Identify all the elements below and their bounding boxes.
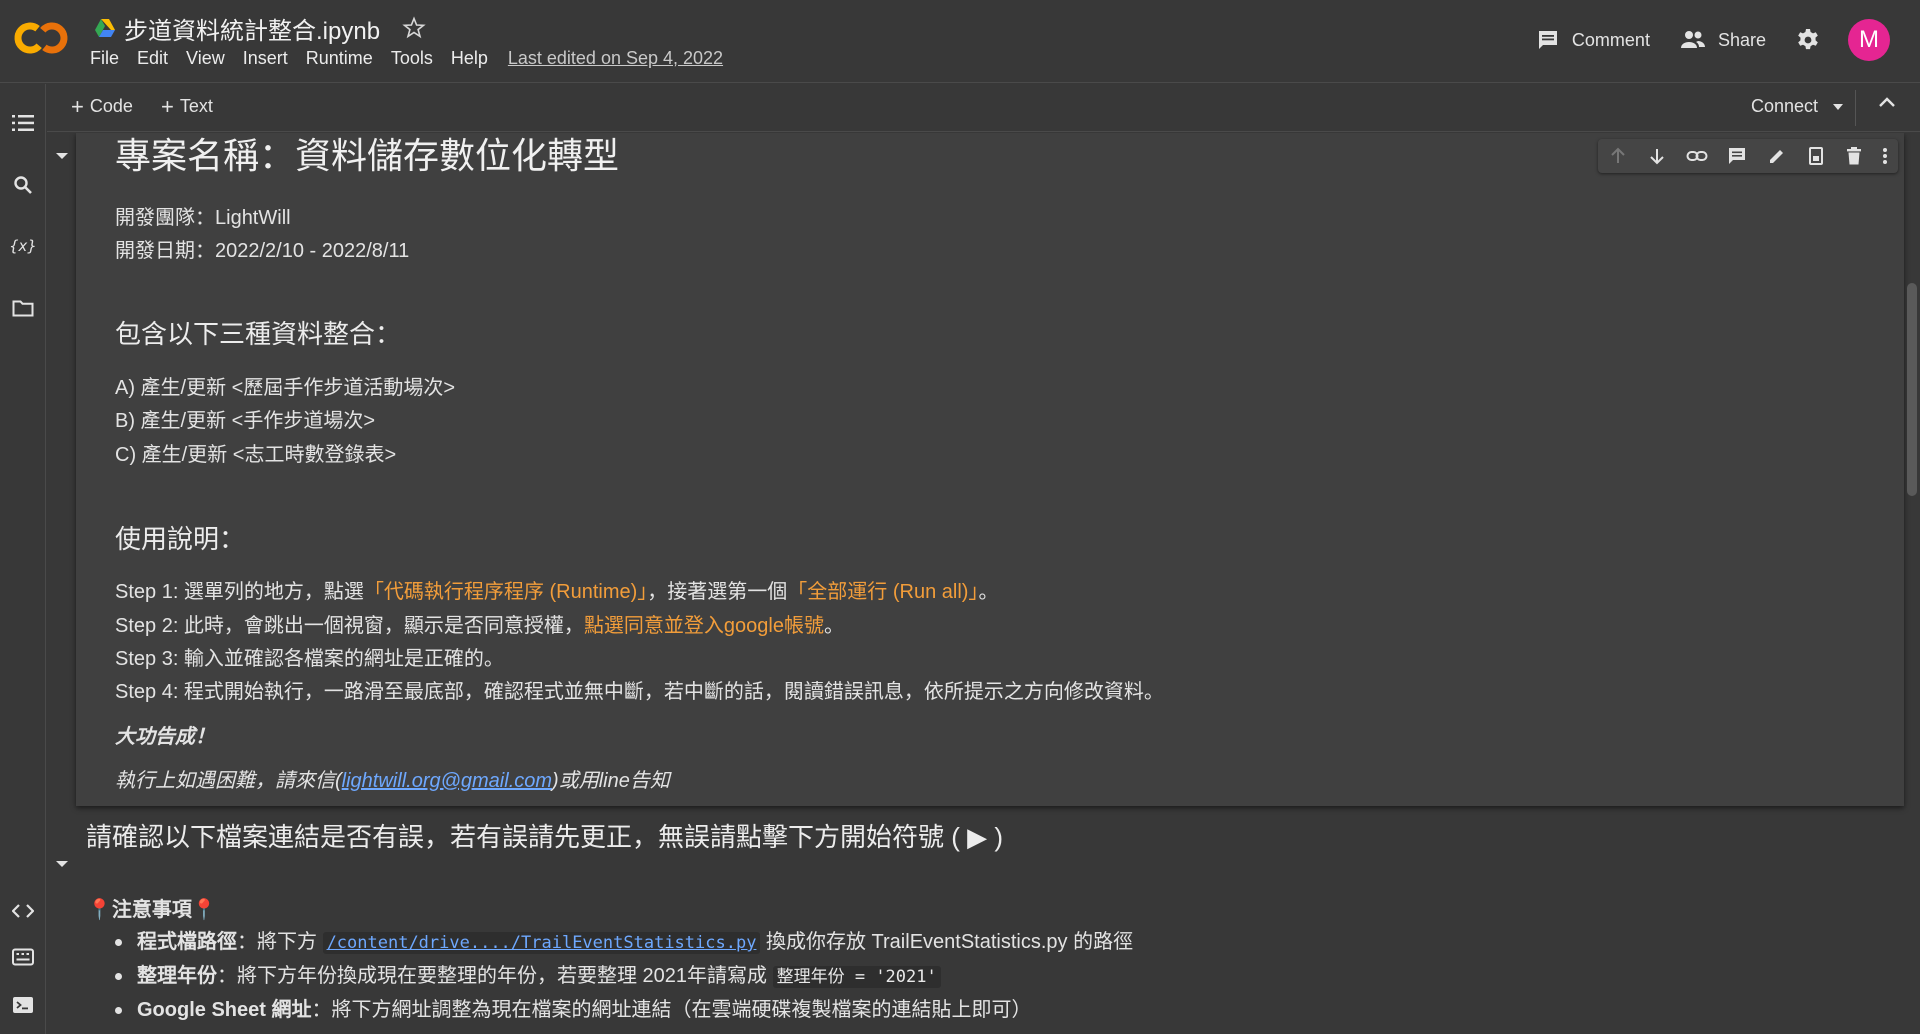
add-text-button[interactable]: + Text <box>161 93 213 119</box>
list-item: Google Sheet 網址：將下方網址調整為現在檔案的網址連結（在雲端硬碟複… <box>111 993 1133 1027</box>
year-code-snippet: 整理年份 = '2021' <box>772 966 941 988</box>
notice-heading: 📍注意事項📍 <box>87 899 217 921</box>
edit-pencil-icon[interactable] <box>1767 146 1787 166</box>
cell-toolbar <box>1598 139 1898 173</box>
dev-team-text: 開發團隊：LightWill <box>115 207 291 229</box>
search-icon[interactable] <box>10 172 36 198</box>
people-icon <box>1680 31 1705 48</box>
share-button[interactable]: Share <box>1680 29 1766 51</box>
table-of-contents-icon[interactable] <box>10 110 36 136</box>
connect-label: Connect <box>1750 96 1818 116</box>
bullet-label: Google Sheet 網址 <box>137 999 312 1021</box>
collapse-header-icon[interactable] <box>1878 96 1896 108</box>
comment-icon <box>1538 31 1557 49</box>
step-2-text: Step 2: 此時，會跳出一個視窗，顯示是否同意授權， <box>115 615 584 637</box>
include-item-c: C) 產生/更新 <志工時數登錄表> <box>115 444 397 466</box>
delete-trash-icon[interactable] <box>1845 146 1863 166</box>
folder-icon[interactable] <box>10 295 36 321</box>
app-header: 步道資料統計整合.ipynb File Edit View Insert Run… <box>0 0 1920 83</box>
add-text-label: Text <box>179 96 213 116</box>
mirror-cell-icon[interactable] <box>1806 146 1826 166</box>
user-avatar[interactable]: M <box>1848 19 1890 61</box>
list-item: 程式檔路徑：將下方 /content/drive..../TrailEventS… <box>111 925 1133 959</box>
plus-icon: + <box>71 93 84 119</box>
step-2-highlight: 點選同意並登入google帳號 <box>583 615 824 637</box>
connect-button[interactable]: Connect <box>1751 96 1844 117</box>
move-down-icon[interactable] <box>1647 146 1667 166</box>
script-path-code-link[interactable]: /content/drive..../TrailEventStatistics.… <box>322 932 761 954</box>
contact-email-link[interactable]: lightwill.org@gmail.com <box>342 770 552 792</box>
add-code-button[interactable]: + Code <box>71 93 133 119</box>
section-collapse-caret-icon[interactable] <box>55 151 69 161</box>
step-2-end: 。 <box>824 615 844 637</box>
include-item-b: B) 產生/更新 <手作步道場次> <box>115 410 376 432</box>
bullet-text: 換成你存放 TrailEventStatistics.py 的路徑 <box>760 931 1134 953</box>
menu-tools[interactable]: Tools <box>391 48 433 69</box>
bullet-label: 整理年份 <box>137 965 217 987</box>
step-1-end: 。 <box>978 581 999 603</box>
bullet-text: ：將下方網址調整為現在檔案的網址連結（在雲端硬碟複製檔案的連結貼上即可） <box>311 999 1032 1021</box>
last-edited-link[interactable]: Last edited on Sep 4, 2022 <box>508 48 723 69</box>
command-palette-icon[interactable] <box>10 944 36 970</box>
contact-text: 執行上如遇困難，請來信( <box>115 770 342 792</box>
list-item: 整理年份：將下方年份換成現在要整理的年份，若要整理 2021年請寫成 整理年份 … <box>111 959 1133 993</box>
step-4: Step 4: 程式開始執行，一路滑至最底部，確認程式並無中斷，若中斷的話，閱讀… <box>115 681 1164 703</box>
settings-gear-icon[interactable] <box>1796 28 1820 52</box>
text-cell-intro[interactable]: 專案名稱：資料儲存數位化轉型 開發團隊：LightWill 開發日期：2022/… <box>76 133 1904 806</box>
add-code-label: Code <box>89 96 133 116</box>
chevron-down-icon[interactable] <box>1832 103 1844 111</box>
star-icon[interactable] <box>402 16 426 40</box>
bullet-label: 程式檔路徑 <box>137 931 237 953</box>
step-3: Step 3: 輸入並確認各檔案的網址是正確的。 <box>115 648 504 670</box>
menu-runtime[interactable]: Runtime <box>306 48 373 69</box>
terminal-icon[interactable] <box>10 992 36 1018</box>
step-1-text-2: ，接著選第一個 <box>647 581 788 603</box>
more-options-icon[interactable] <box>1882 146 1888 166</box>
step-2: Step 2: 此時，會跳出一個視窗，顯示是否同意授權，點選同意並登入googl… <box>115 609 844 638</box>
google-drive-icon <box>94 18 116 38</box>
comment-cell-icon[interactable] <box>1727 146 1747 166</box>
move-up-icon[interactable] <box>1608 146 1628 166</box>
step-1-text: Step 1: 選單列的地方，點選 <box>115 581 364 603</box>
menu-view[interactable]: View <box>186 48 225 69</box>
contact-line: 執行上如遇困難，請來信(lightwill.org@gmail.com)或用li… <box>115 764 670 793</box>
colab-logo[interactable] <box>12 18 72 58</box>
menu-insert[interactable]: Insert <box>243 48 288 69</box>
toolbar-divider <box>1855 90 1856 126</box>
bullet-text: ：將下方 <box>237 931 323 953</box>
bullet-text: ：將下方年份換成現在要整理的年份，若要整理 2021年請寫成 <box>217 965 773 987</box>
plus-icon: + <box>161 93 174 119</box>
file-links-heading: 請確認以下檔案連結是否有誤，若有誤請先更正，無誤請點擊下方開始符號 ( ▶ ) <box>86 822 1003 852</box>
done-text: 大功告成！ <box>115 726 215 748</box>
project-title: 專案名稱：資料儲存數位化轉型 <box>115 135 620 176</box>
menu-edit[interactable]: Edit <box>137 48 168 69</box>
instruction-list: 程式檔路徑：將下方 /content/drive..../TrailEventS… <box>111 925 1133 1027</box>
section-collapse-caret-icon[interactable] <box>55 859 69 869</box>
menu-bar: File Edit View Insert Runtime Tools Help… <box>90 48 723 69</box>
notebook-area: 專案名稱：資料儲存數位化轉型 開發團隊：LightWill 開發日期：2022/… <box>47 133 1920 1034</box>
contact-text-end: )或用line告知 <box>552 770 670 792</box>
include-item-a: A) 產生/更新 <歷屆手作步道活動場次> <box>115 377 456 399</box>
notebook-toolbar: + Code + Text Connect <box>47 84 1920 132</box>
usage-heading: 使用說明： <box>115 524 246 554</box>
code-snippets-icon[interactable] <box>10 898 36 924</box>
menu-file[interactable]: File <box>90 48 119 69</box>
variables-icon[interactable]: {x} <box>9 233 36 259</box>
comment-button[interactable]: Comment <box>1536 28 1650 52</box>
comment-label: Comment <box>1571 29 1650 50</box>
step-1-runall-highlight: 「全部運行 (Run all)」 <box>787 581 979 603</box>
step-1: Step 1: 選單列的地方，點選「代碼執行程序程序 (Runtime)」，接著… <box>115 575 998 604</box>
menu-help[interactable]: Help <box>451 48 488 69</box>
scrollbar-thumb[interactable] <box>1907 283 1917 496</box>
share-label: Share <box>1717 29 1766 50</box>
notebook-title[interactable]: 步道資料統計整合.ipynb <box>124 11 380 46</box>
left-sidebar: {x} <box>0 84 46 1034</box>
step-1-runtime-highlight: 「代碼執行程序程序 (Runtime)」 <box>363 581 648 603</box>
link-icon[interactable] <box>1686 146 1708 166</box>
dev-date-text: 開發日期：2022/2/10 - 2022/8/11 <box>115 240 410 262</box>
includes-heading: 包含以下三種資料整合： <box>115 319 402 349</box>
